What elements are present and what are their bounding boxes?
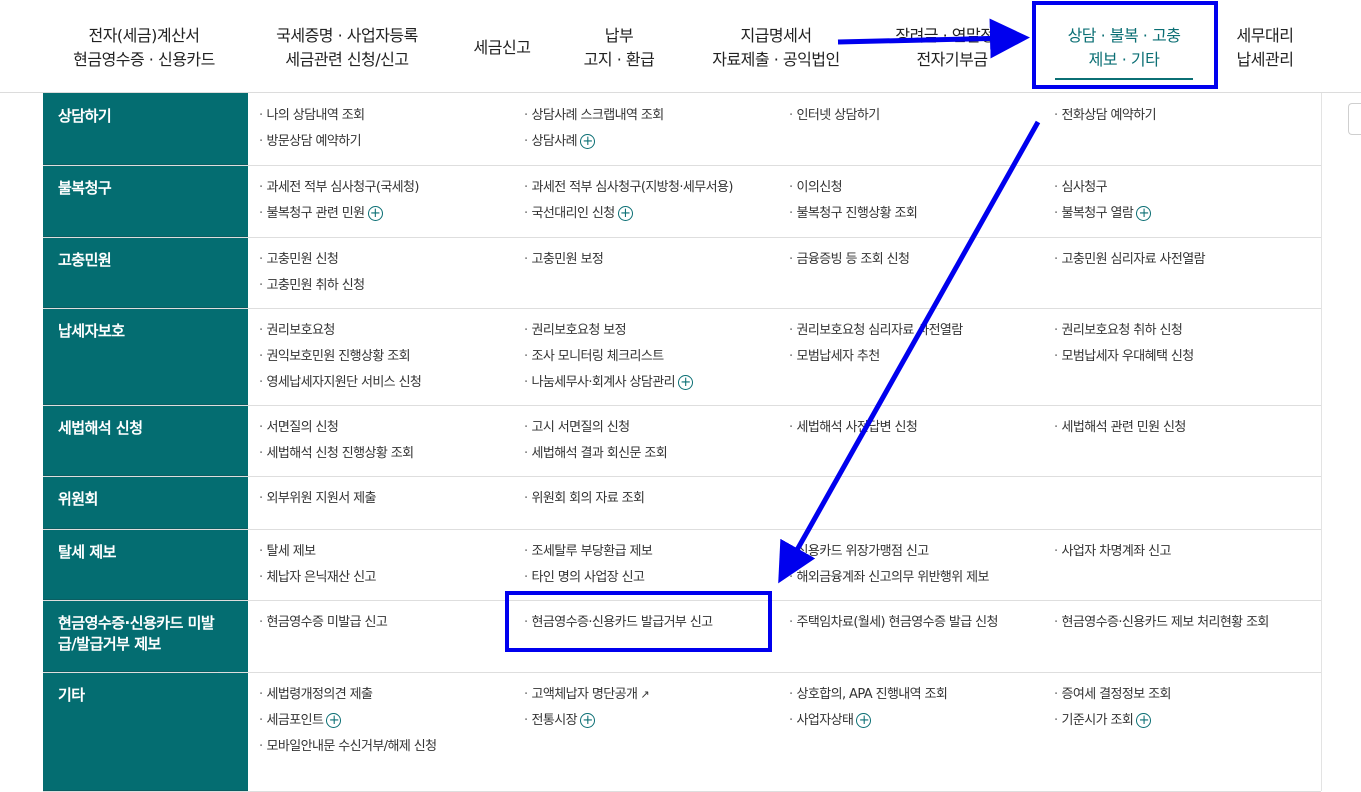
arrow-to-item — [778, 120, 1041, 584]
arrow-to-nav — [837, 18, 1030, 59]
annotation-arrows — [778, 18, 1041, 584]
